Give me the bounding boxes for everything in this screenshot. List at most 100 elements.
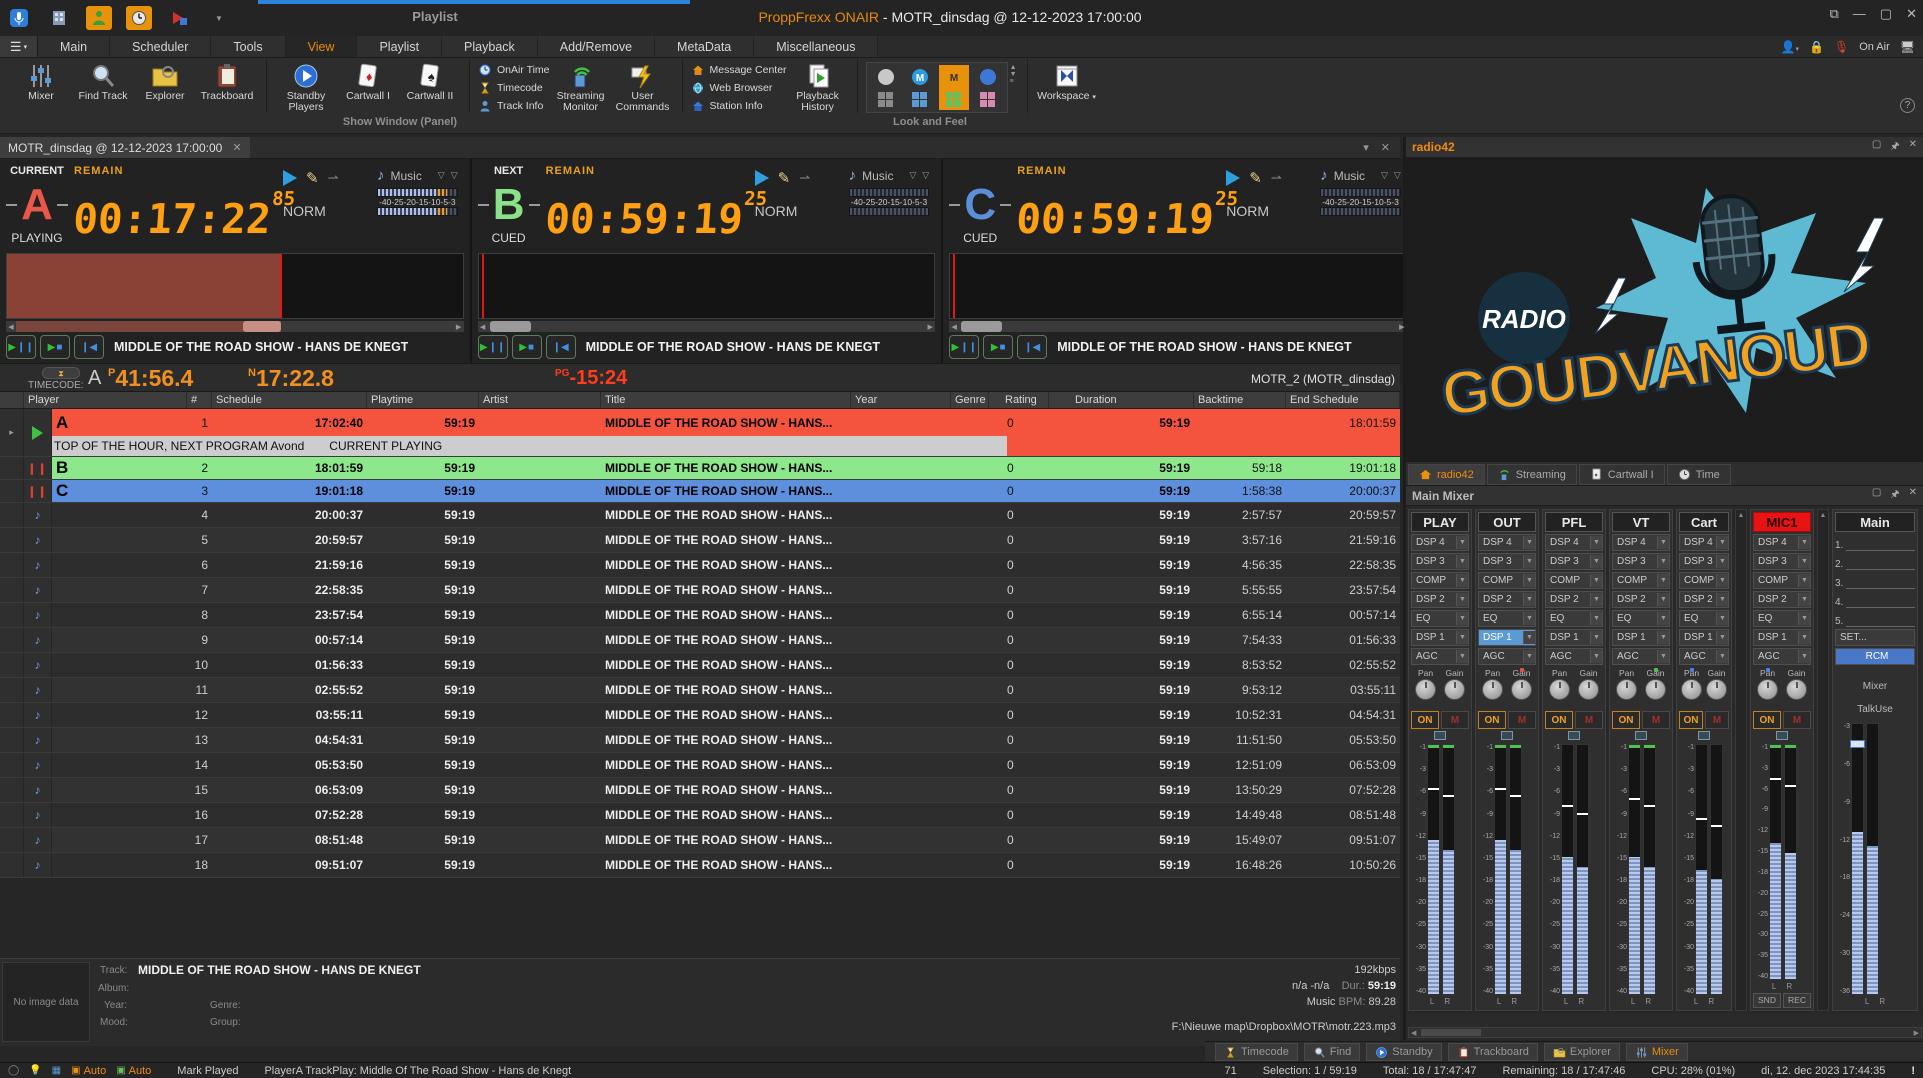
dsp-button-dsp-1[interactable]: DSP 1▼ xyxy=(1478,629,1536,646)
workspace-button[interactable]: Workspace ▾ xyxy=(1036,60,1098,103)
dsp-button-dsp-1[interactable]: DSP 1▼ xyxy=(1753,629,1811,646)
dsp-button-dsp-3[interactable]: DSP 3▼ xyxy=(1478,553,1536,570)
table-row[interactable]: ♪ 4 20:00:37 59:19 MIDDLE OF THE ROAD SH… xyxy=(0,503,1400,528)
dropdown-icon[interactable]: ▼ xyxy=(1798,593,1810,606)
monitor-route-icon[interactable] xyxy=(1434,731,1446,740)
play-pause-button[interactable]: ▶❙❙ xyxy=(949,335,979,359)
dropdown-icon[interactable]: ▼ xyxy=(1523,555,1535,568)
column-header-rating[interactable]: Rating xyxy=(989,392,1049,408)
gain-knob[interactable]: Gain xyxy=(1578,668,1599,711)
channel-on-button[interactable]: ON xyxy=(1753,711,1781,729)
panel-pin-icon[interactable]: 🖈 xyxy=(1890,139,1899,156)
dropdown-icon[interactable]: ▼ xyxy=(1523,574,1535,587)
dsp-button-eq[interactable]: EQ▼ xyxy=(1411,610,1469,627)
main-slot-3[interactable]: 3. xyxy=(1835,572,1915,589)
channel-on-button[interactable]: ON xyxy=(1411,711,1439,729)
ribbon-item-web-browser[interactable]: Web Browser xyxy=(691,80,787,96)
mixer-vertical-scrollbar[interactable]: ▲ xyxy=(1817,509,1829,1011)
scrollbar-thumb[interactable] xyxy=(1421,1029,1481,1036)
dsp-button-comp[interactable]: COMP▼ xyxy=(1679,572,1729,589)
mixer-pin-icon[interactable]: 🖈 xyxy=(1890,487,1899,504)
mixer-restore-icon[interactable]: ▢ xyxy=(1872,487,1881,504)
tab-list-caret-icon[interactable]: ▾ xyxy=(1363,141,1369,154)
dsp-button-dsp-2[interactable]: DSP 2▼ xyxy=(1545,591,1603,608)
dsp-button-comp[interactable]: COMP▼ xyxy=(1753,572,1811,589)
strip-name-play[interactable]: PLAY xyxy=(1411,512,1469,532)
dsp-button-dsp-3[interactable]: DSP 3▼ xyxy=(1612,553,1670,570)
dock-tab-trackboard[interactable]: Trackboard xyxy=(1448,1043,1538,1061)
ribbon-tab-main[interactable]: Main xyxy=(38,36,110,57)
column-header-marker[interactable] xyxy=(0,392,24,408)
dropdown-icon[interactable]: ▼ xyxy=(1456,574,1468,587)
dsp-button-eq[interactable]: EQ▼ xyxy=(1679,610,1729,627)
ribbon-tab-tools[interactable]: Tools xyxy=(211,36,285,57)
user-green-icon[interactable] xyxy=(86,6,112,30)
ribbon-tab-add-remove[interactable]: Add/Remove xyxy=(538,36,655,57)
dropdown-icon[interactable]: ▼ xyxy=(1798,536,1810,549)
panel-restore-icon[interactable]: ▢ xyxy=(1872,139,1881,156)
pan-knob[interactable]: Pan xyxy=(1482,668,1503,711)
dropdown-icon[interactable]: ▼ xyxy=(1798,574,1810,587)
mixer-close-icon[interactable]: ✕ xyxy=(1909,487,1917,504)
pan-knob[interactable]: Pan xyxy=(1549,668,1570,711)
dsp-button-dsp-2[interactable]: DSP 2▼ xyxy=(1679,591,1729,608)
dsp-button-dsp-2[interactable]: DSP 2▼ xyxy=(1478,591,1536,608)
dropdown-icon[interactable]: ▼ xyxy=(1523,612,1535,625)
dsp-button-dsp-2[interactable]: DSP 2▼ xyxy=(1753,591,1811,608)
dropdown-icon[interactable]: ▼ xyxy=(1590,536,1602,549)
column-header-playtime[interactable]: Playtime xyxy=(367,392,479,408)
dock-tab-find[interactable]: Find xyxy=(1304,1043,1360,1061)
monitor-icon[interactable]: 🖥 xyxy=(1900,40,1915,54)
edit-icon[interactable]: ✎ xyxy=(1249,169,1262,187)
channel-mute-button[interactable]: M xyxy=(1705,711,1729,729)
mixer-vertical-scrollbar[interactable]: ▲ xyxy=(1735,509,1747,1011)
ribbon-button-user-commands[interactable]: User Commands xyxy=(612,60,674,113)
monitor-route-icon[interactable] xyxy=(1698,731,1710,740)
skip-back-button[interactable]: ❙◀ xyxy=(1017,335,1047,359)
ribbon-button-find-track[interactable]: Find Track xyxy=(72,60,134,102)
dropdown-icon[interactable]: ▼ xyxy=(1798,650,1810,663)
monitor-route-icon[interactable] xyxy=(1635,731,1647,740)
dsp-button-eq[interactable]: EQ▼ xyxy=(1753,610,1811,627)
ribbon-item-track-info[interactable]: Track Info xyxy=(478,98,550,114)
dropdown-icon[interactable]: ▼ xyxy=(1590,555,1602,568)
ribbon-item-station-info[interactable]: Station Info xyxy=(691,98,787,114)
dropdown-icon[interactable]: ▼ xyxy=(1798,631,1810,644)
skip-back-button[interactable]: ❙◀ xyxy=(546,335,576,359)
edit-icon[interactable]: ✎ xyxy=(306,169,319,187)
dock-tab-explorer[interactable]: Explorer xyxy=(1544,1043,1620,1061)
dsp-button-comp[interactable]: COMP▼ xyxy=(1411,572,1469,589)
dropdown-icon[interactable]: ▼ xyxy=(1716,593,1728,606)
gain-knob[interactable]: Gain xyxy=(1645,668,1666,711)
meter-caret2-icon[interactable]: ▽ xyxy=(451,170,458,181)
table-row[interactable]: ♪ 18 09:51:07 59:19 MIDDLE OF THE ROAD S… xyxy=(0,853,1400,878)
dropdown-icon[interactable]: ▼ xyxy=(1523,650,1535,663)
strip-name-out[interactable]: OUT xyxy=(1478,512,1536,532)
dropdown-icon[interactable]: ▼ xyxy=(1657,612,1669,625)
dsp-button-comp[interactable]: COMP▼ xyxy=(1612,572,1670,589)
dsp-button-dsp-3[interactable]: DSP 3▼ xyxy=(1753,553,1811,570)
table-row[interactable]: ♪ 5 20:59:57 59:19 MIDDLE OF THE ROAD SH… xyxy=(0,528,1400,553)
dsp-button-dsp-1[interactable]: DSP 1▼ xyxy=(1679,629,1729,646)
main-slot-5[interactable]: 5. xyxy=(1835,610,1915,627)
dsp-button-agc[interactable]: AGC▼ xyxy=(1411,648,1469,665)
meter-caret2-icon[interactable]: ▽ xyxy=(922,170,929,181)
channel-mute-button[interactable]: M xyxy=(1642,711,1670,729)
dsp-button-dsp-4[interactable]: DSP 4▼ xyxy=(1753,534,1811,551)
main-rcm-button[interactable]: RCM xyxy=(1835,648,1915,665)
column-header-player[interactable]: Player xyxy=(24,392,187,408)
minimize-icon[interactable]: — xyxy=(1853,6,1866,22)
channel-mute-button[interactable]: M xyxy=(1783,711,1811,729)
scroll-left-icon[interactable]: ◀ xyxy=(1411,1029,1416,1037)
play-stop-button[interactable]: ▶■ xyxy=(983,335,1013,359)
dropdown-icon[interactable]: ▼ xyxy=(1456,536,1468,549)
dropdown-icon[interactable]: ▼ xyxy=(1657,574,1669,587)
channel-mute-button[interactable]: M xyxy=(1508,711,1536,729)
channel-mute-button[interactable]: M xyxy=(1575,711,1603,729)
player-C-scrollbar[interactable]: ◀▶ xyxy=(949,321,1407,332)
play-stop-button[interactable]: ▶■ xyxy=(512,335,542,359)
column-header-end-schedule[interactable]: End Schedule xyxy=(1286,392,1400,408)
dropdown-icon[interactable]: ▼ xyxy=(1456,631,1468,644)
pan-knob[interactable]: Pan xyxy=(1616,668,1637,711)
player-B-scrollbar[interactable]: ◀▶ xyxy=(478,321,936,332)
